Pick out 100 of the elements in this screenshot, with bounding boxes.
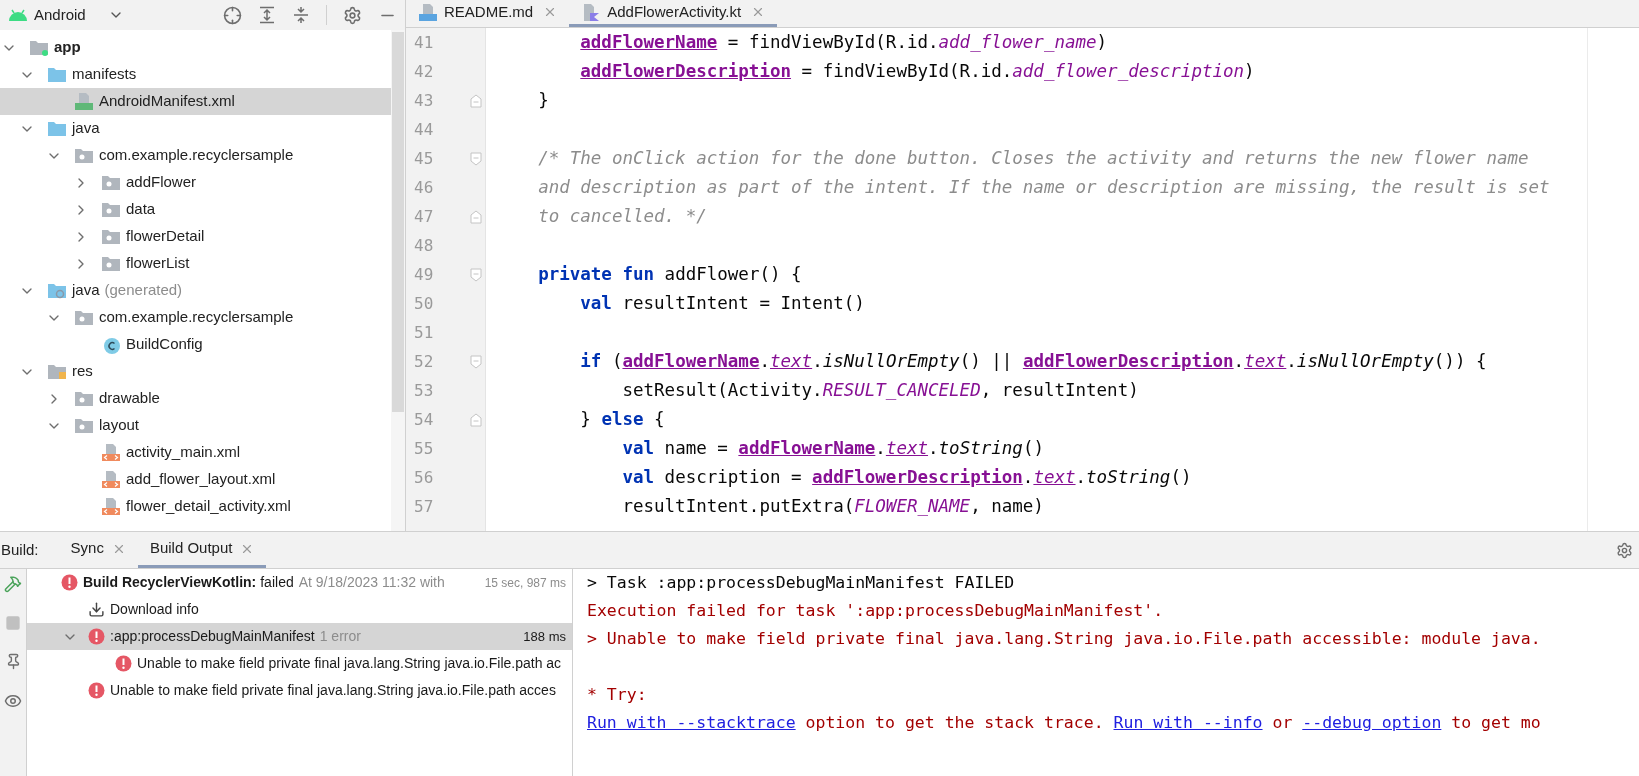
console-link[interactable]: Run with --info xyxy=(1113,712,1263,732)
console-link[interactable]: --debug option xyxy=(1302,712,1442,732)
tree-item[interactable]: java (generated) xyxy=(0,277,391,304)
error-icon xyxy=(88,682,105,699)
build-tree-item[interactable]: Build RecyclerViewKotlin: failed At 9/18/2023 11:32 with 15 sec, 987 ms xyxy=(27,569,572,596)
code-line: to cancelled. */ xyxy=(537,205,707,229)
line-number: 50 xyxy=(413,292,435,315)
panel-title: Build: xyxy=(0,539,39,560)
fold-marker-icon[interactable] xyxy=(470,267,482,282)
line-number: 55 xyxy=(413,437,435,460)
expand-all-icon[interactable] xyxy=(258,6,276,24)
code-line: and description as part of the intent. If the name or description are missing, the result is set xyxy=(537,176,1550,200)
line-number: 53 xyxy=(413,379,435,402)
error-icon xyxy=(88,628,105,645)
fold-marker-icon[interactable] xyxy=(470,412,482,427)
folder-icon xyxy=(47,282,67,299)
editor-tab[interactable]: README.md xyxy=(406,0,570,27)
build-tree-item[interactable]: :app:processDebugMainManifest 1 error 188 ms xyxy=(27,623,572,650)
tree-item[interactable]: manifests xyxy=(0,61,391,88)
build-status: failed xyxy=(260,573,294,592)
tree-item[interactable]: flower_detail_activity.xml xyxy=(0,493,391,520)
locate-icon[interactable] xyxy=(223,5,242,25)
folder-icon xyxy=(47,363,67,380)
folder-icon xyxy=(101,174,121,191)
line-number: 48 xyxy=(413,234,435,257)
layout-file-icon xyxy=(101,443,121,462)
fold-marker-icon[interactable] xyxy=(470,354,482,369)
tree-item-label: java xyxy=(72,280,100,301)
collapse-all-icon[interactable] xyxy=(292,6,310,24)
console-line: * Try: xyxy=(587,683,647,706)
fold-marker-icon[interactable] xyxy=(470,93,482,108)
fold-marker-icon[interactable] xyxy=(470,151,482,166)
tree-item-label: com.example.recyclersample xyxy=(99,145,294,166)
scrollbar-thumb[interactable] xyxy=(392,32,404,412)
tree-item[interactable]: java xyxy=(0,115,391,142)
line-number: 45 xyxy=(413,147,435,170)
code-line: /* The onClick action for the done button. Closes the activity and returns the new flower name xyxy=(537,147,1529,171)
build-item-title: Build RecyclerViewKotlin: xyxy=(83,573,257,592)
console-line: > Unable to make field private final java.lang.String java.io.File.path accessible: module java. xyxy=(587,627,1541,650)
line-number: 52 xyxy=(413,350,435,373)
fold-marker-icon[interactable] xyxy=(470,209,482,224)
code-line: resultIntent.putExtra(FLOWER_NAME, name) xyxy=(621,495,1044,519)
tree-item[interactable]: res xyxy=(0,358,391,385)
tree-item[interactable]: activity_main.xml xyxy=(0,439,391,466)
tree-item-label: res xyxy=(72,361,93,382)
panel-tab[interactable]: Sync xyxy=(58,532,138,568)
folder-icon xyxy=(101,228,121,245)
tab-label: README.md xyxy=(444,1,534,22)
build-tree-item[interactable]: Download info xyxy=(27,596,572,623)
line-number: 42 xyxy=(413,60,435,83)
build-item-detail: At 9/18/2023 11:32 with xyxy=(298,573,445,592)
tree-item-label: add_flower_layout.xml xyxy=(126,469,276,490)
folder-icon xyxy=(74,390,94,407)
tree-item-label: flower_detail_activity.xml xyxy=(126,496,291,517)
error-icon xyxy=(115,655,132,672)
tree-item[interactable]: com.example.recyclersample xyxy=(0,142,391,169)
build-time: 15 sec, 987 ms xyxy=(483,574,566,592)
tree-item[interactable]: addFlower xyxy=(0,169,391,196)
tab-label: Build Output xyxy=(149,538,233,559)
view-selector[interactable]: Android xyxy=(34,3,124,27)
tree-item-label: flowerDetail xyxy=(126,226,205,247)
build-item-detail: 1 error xyxy=(319,627,361,646)
folder-icon xyxy=(74,417,94,434)
code-line: addFlowerName = findViewById(R.id.add_flower_name) xyxy=(579,31,1108,55)
folder-icon xyxy=(101,201,121,218)
build-time: 188 ms xyxy=(522,627,566,646)
build-tree-item[interactable]: Unable to make field private final java.lang.String java.io.File.path ac xyxy=(27,650,572,677)
error-icon xyxy=(61,574,78,591)
folder-icon xyxy=(47,66,67,83)
tree-item[interactable]: BuildConfig xyxy=(0,331,391,358)
build-item-title: :app:processDebugMainManifest xyxy=(110,627,315,646)
tree-item[interactable]: drawable xyxy=(0,385,391,412)
hammer-icon[interactable] xyxy=(4,575,22,593)
tree-item[interactable]: app xyxy=(0,34,391,61)
line-number: 49 xyxy=(413,263,435,286)
line-number: 54 xyxy=(413,408,435,431)
console-link[interactable]: Run with --stacktrace xyxy=(587,712,796,732)
tree-item[interactable]: com.example.recyclersample xyxy=(0,304,391,331)
tree-item-label: AndroidManifest.xml xyxy=(99,91,235,112)
tree-item[interactable]: layout xyxy=(0,412,391,439)
tree-item[interactable]: add_flower_layout.xml xyxy=(0,466,391,493)
console-line: Execution failed for task ':app:processDebugMainManifest'. xyxy=(587,599,1164,622)
download-icon xyxy=(88,601,105,618)
tree-item-label: com.example.recyclersample xyxy=(99,307,294,328)
tree-item[interactable]: flowerList xyxy=(0,250,391,277)
eye-icon[interactable] xyxy=(4,692,22,710)
tree-item[interactable]: data xyxy=(0,196,391,223)
line-number: 56 xyxy=(413,466,435,489)
settings-icon[interactable] xyxy=(1616,541,1633,559)
console-line: > Task :app:processDebugMainManifest FAILED xyxy=(587,571,1015,594)
folder-icon xyxy=(74,309,94,326)
layout-file-icon xyxy=(101,497,121,516)
tree-item[interactable]: AndroidManifest.xml xyxy=(0,88,391,115)
build-item-title: Unable to make field private final java.lang.String java.io.File.path acces xyxy=(110,681,556,700)
tree-item[interactable]: flowerDetail xyxy=(0,223,391,250)
build-tree-item[interactable]: Unable to make field private final java.lang.String java.io.File.path acces xyxy=(27,677,572,704)
line-number: 57 xyxy=(413,495,435,518)
settings-icon[interactable] xyxy=(343,5,362,25)
manifest-file-icon xyxy=(74,92,94,111)
folder-icon xyxy=(29,39,49,56)
